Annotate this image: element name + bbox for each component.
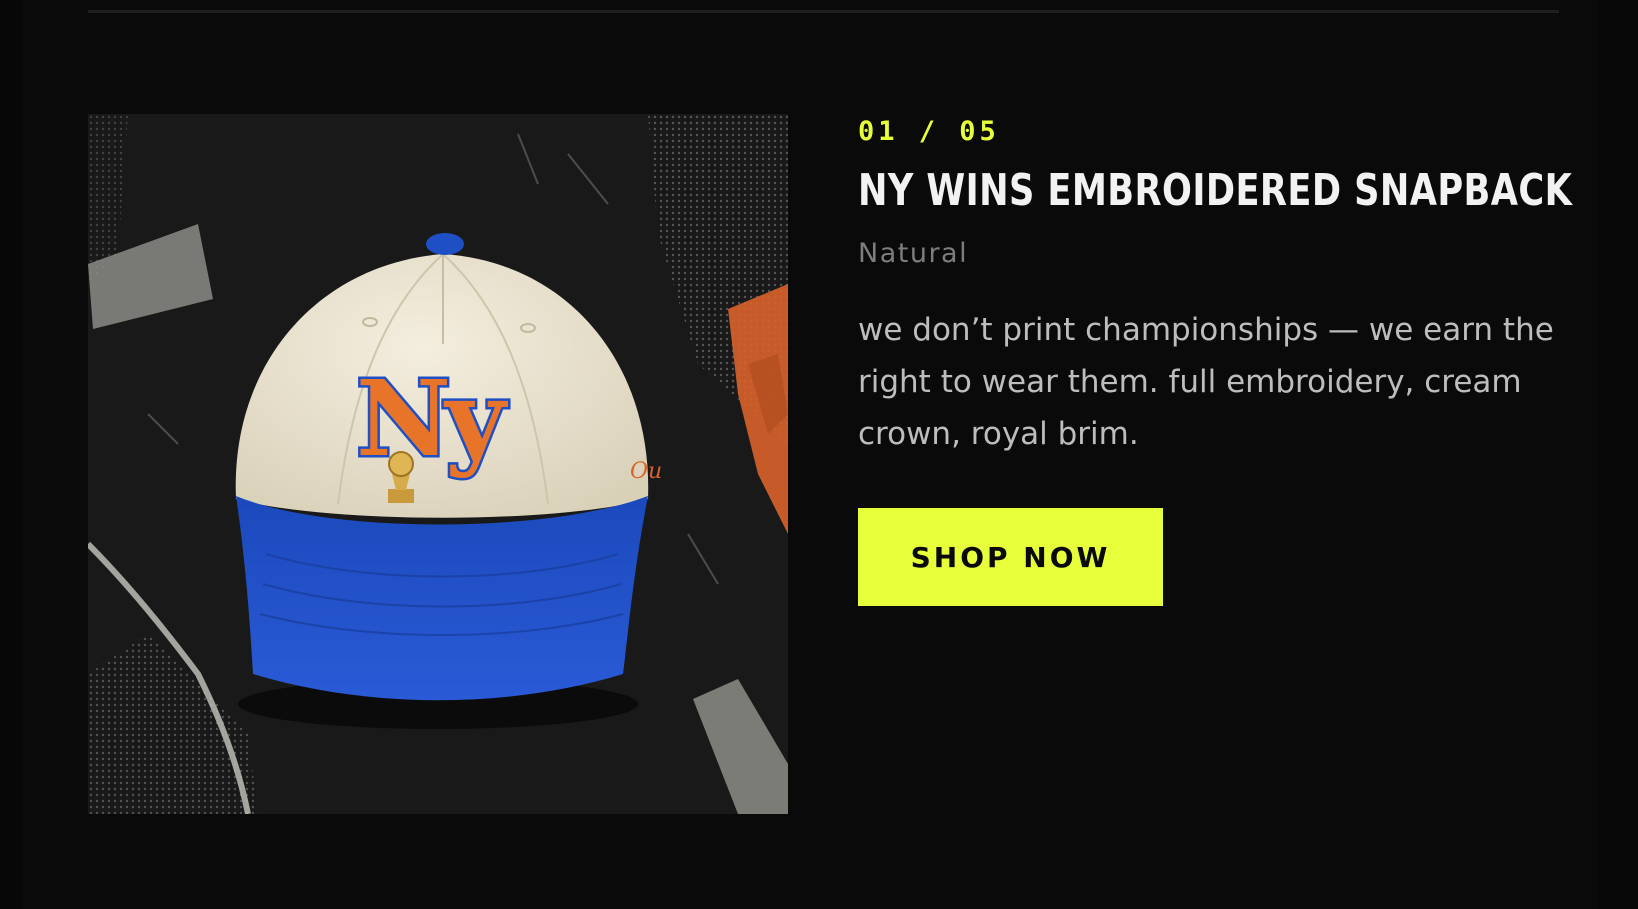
cap-side-text: Ou: [630, 459, 663, 484]
right-edge: [1598, 0, 1638, 909]
product-info: 01 / 05 NY WINS EMBROIDERED SNAPBACK Nat…: [858, 114, 1573, 460]
shop-now-button[interactable]: SHOP NOW: [858, 508, 1163, 606]
product-variant: Natural: [858, 238, 969, 269]
product-image[interactable]: Ny Ou: [88, 114, 788, 814]
section-divider: [88, 10, 1559, 13]
product-title: NY WINS EMBROIDERED SNAPBACK: [858, 165, 1573, 216]
product-showcase: Ny Ou 01 / 05 NY WINS EMBROIDERED SNAPBA…: [0, 0, 1638, 909]
left-edge: [0, 0, 22, 909]
cap-logo: Ny: [354, 355, 509, 483]
product-description: we don’t print championships — we earn t…: [858, 312, 1554, 452]
slide-counter: 01 / 05: [858, 116, 1000, 147]
